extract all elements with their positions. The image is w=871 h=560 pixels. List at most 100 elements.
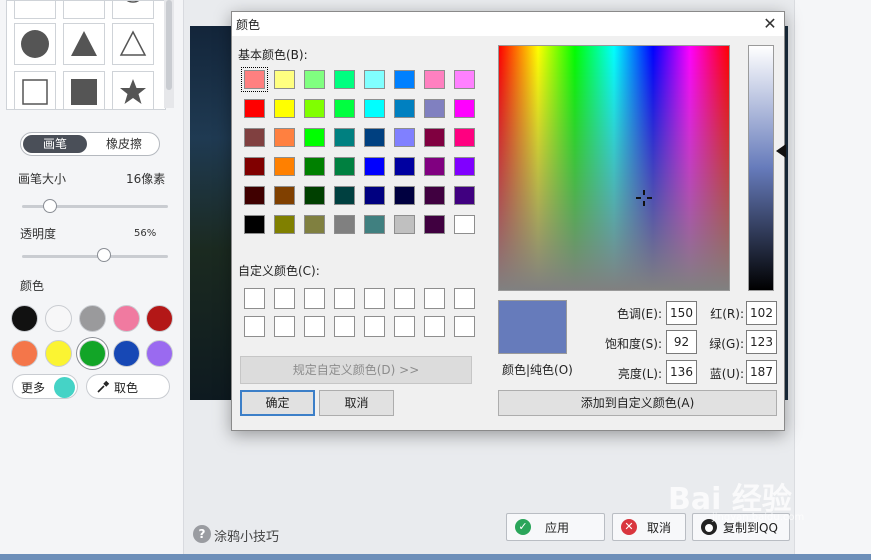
custom-color-cell[interactable] bbox=[334, 316, 355, 337]
basic-color-cell[interactable] bbox=[454, 215, 475, 234]
basic-color-cell[interactable] bbox=[394, 128, 415, 147]
add-to-custom-colors-button[interactable]: 添加到自定义颜色(A) bbox=[498, 390, 777, 416]
custom-color-cell[interactable] bbox=[424, 288, 445, 309]
pick-color-button[interactable]: 取色 bbox=[86, 374, 170, 399]
tips-link[interactable]: 涂鸦小技巧 bbox=[214, 526, 279, 545]
close-icon[interactable]: ✕ bbox=[760, 14, 780, 34]
basic-color-cell[interactable] bbox=[454, 128, 475, 147]
shape-circle-filled[interactable] bbox=[14, 23, 56, 65]
basic-color-cell[interactable] bbox=[424, 128, 445, 147]
custom-color-cell[interactable] bbox=[304, 316, 325, 337]
shape-circle-outline[interactable] bbox=[112, 1, 154, 19]
ok-button[interactable]: 确定 bbox=[240, 390, 315, 416]
shape-heart[interactable] bbox=[14, 1, 56, 19]
basic-color-cell[interactable] bbox=[304, 70, 325, 89]
more-colors-button[interactable]: 更多 bbox=[12, 374, 78, 399]
basic-color-cell[interactable] bbox=[454, 157, 475, 176]
custom-color-cell[interactable] bbox=[394, 288, 415, 309]
color-swatch[interactable] bbox=[146, 340, 173, 367]
opacity-slider[interactable] bbox=[22, 255, 168, 258]
basic-color-cell[interactable] bbox=[304, 215, 325, 234]
basic-color-cell[interactable] bbox=[334, 128, 355, 147]
shape-star[interactable] bbox=[112, 71, 154, 109]
basic-color-cell[interactable] bbox=[244, 157, 265, 176]
custom-color-cell[interactable] bbox=[454, 316, 475, 337]
basic-color-cell[interactable] bbox=[274, 70, 295, 89]
green-input[interactable]: 123 bbox=[746, 330, 777, 354]
basic-color-cell[interactable] bbox=[304, 186, 325, 205]
custom-color-cell[interactable] bbox=[304, 288, 325, 309]
basic-color-cell[interactable] bbox=[334, 70, 355, 89]
shape-triangle-filled[interactable] bbox=[63, 23, 105, 65]
hue-input[interactable]: 150 bbox=[666, 301, 697, 325]
basic-color-cell[interactable] bbox=[244, 186, 265, 205]
custom-color-cell[interactable] bbox=[454, 288, 475, 309]
basic-color-cell[interactable] bbox=[454, 186, 475, 205]
define-custom-colors-button[interactable]: 规定自定义颜色(D) >> bbox=[240, 356, 472, 384]
brush-size-knob[interactable] bbox=[42, 199, 57, 213]
color-swatch[interactable] bbox=[11, 305, 38, 332]
help-icon[interactable]: ? bbox=[193, 525, 211, 543]
color-swatch[interactable] bbox=[45, 305, 72, 332]
basic-color-cell[interactable] bbox=[424, 99, 445, 118]
color-swatch[interactable] bbox=[146, 305, 173, 332]
custom-color-cell[interactable] bbox=[394, 316, 415, 337]
color-swatch[interactable] bbox=[113, 305, 140, 332]
shape-square-filled[interactable] bbox=[63, 71, 105, 109]
custom-color-cell[interactable] bbox=[244, 316, 265, 337]
basic-color-cell[interactable] bbox=[241, 67, 268, 92]
basic-color-cell[interactable] bbox=[304, 157, 325, 176]
basic-color-cell[interactable] bbox=[424, 215, 445, 234]
basic-color-cell[interactable] bbox=[334, 157, 355, 176]
basic-color-cell[interactable] bbox=[274, 128, 295, 147]
basic-color-cell[interactable] bbox=[424, 70, 445, 89]
basic-color-cell[interactable] bbox=[334, 215, 355, 234]
shape-triangle-outline[interactable] bbox=[112, 23, 154, 65]
basic-color-cell[interactable] bbox=[244, 99, 265, 118]
basic-color-cell[interactable] bbox=[454, 99, 475, 118]
basic-color-cell[interactable] bbox=[364, 128, 385, 147]
basic-color-cell[interactable] bbox=[244, 215, 265, 234]
basic-color-cell[interactable] bbox=[424, 157, 445, 176]
opacity-knob[interactable] bbox=[96, 248, 111, 262]
custom-color-cell[interactable] bbox=[334, 288, 355, 309]
basic-color-cell[interactable] bbox=[364, 186, 385, 205]
luminance-input[interactable]: 136 bbox=[666, 360, 697, 384]
photo-canvas[interactable] bbox=[190, 26, 236, 400]
eraser-tab[interactable]: 橡皮擦 bbox=[91, 135, 157, 153]
basic-color-cell[interactable] bbox=[334, 186, 355, 205]
saturation-input[interactable]: 92 bbox=[666, 330, 697, 354]
basic-color-cell[interactable] bbox=[274, 157, 295, 176]
basic-color-cell[interactable] bbox=[394, 157, 415, 176]
basic-color-cell[interactable] bbox=[394, 186, 415, 205]
basic-color-cell[interactable] bbox=[304, 128, 325, 147]
basic-color-cell[interactable] bbox=[394, 215, 415, 234]
basic-color-cell[interactable] bbox=[364, 70, 385, 89]
custom-color-cell[interactable] bbox=[274, 316, 295, 337]
basic-color-cell[interactable] bbox=[424, 186, 445, 205]
color-swatch[interactable] bbox=[113, 340, 140, 367]
basic-color-cell[interactable] bbox=[364, 215, 385, 234]
red-input[interactable]: 102 bbox=[746, 301, 777, 325]
brush-tab[interactable]: 画笔 bbox=[23, 135, 87, 153]
shape-scrollbar[interactable] bbox=[164, 0, 174, 108]
luminance-arrow-icon[interactable] bbox=[776, 144, 786, 158]
cancel-button[interactable]: 取消 bbox=[319, 390, 394, 416]
shape-diamond[interactable] bbox=[63, 1, 105, 19]
color-swatch[interactable] bbox=[79, 305, 106, 332]
basic-color-cell[interactable] bbox=[454, 70, 475, 89]
basic-color-cell[interactable] bbox=[274, 186, 295, 205]
custom-color-cell[interactable] bbox=[424, 316, 445, 337]
luminance-bar[interactable] bbox=[748, 45, 774, 291]
apply-button[interactable]: ✓ 应用 bbox=[506, 513, 605, 541]
color-spectrum[interactable] bbox=[498, 45, 730, 291]
custom-color-cell[interactable] bbox=[364, 288, 385, 309]
basic-color-cell[interactable] bbox=[274, 215, 295, 234]
blue-input[interactable]: 187 bbox=[746, 360, 777, 384]
basic-color-cell[interactable] bbox=[304, 99, 325, 118]
shape-square-outline[interactable] bbox=[14, 71, 56, 109]
basic-color-cell[interactable] bbox=[334, 99, 355, 118]
color-swatch[interactable] bbox=[79, 340, 106, 367]
basic-color-cell[interactable] bbox=[364, 99, 385, 118]
custom-color-cell[interactable] bbox=[244, 288, 265, 309]
